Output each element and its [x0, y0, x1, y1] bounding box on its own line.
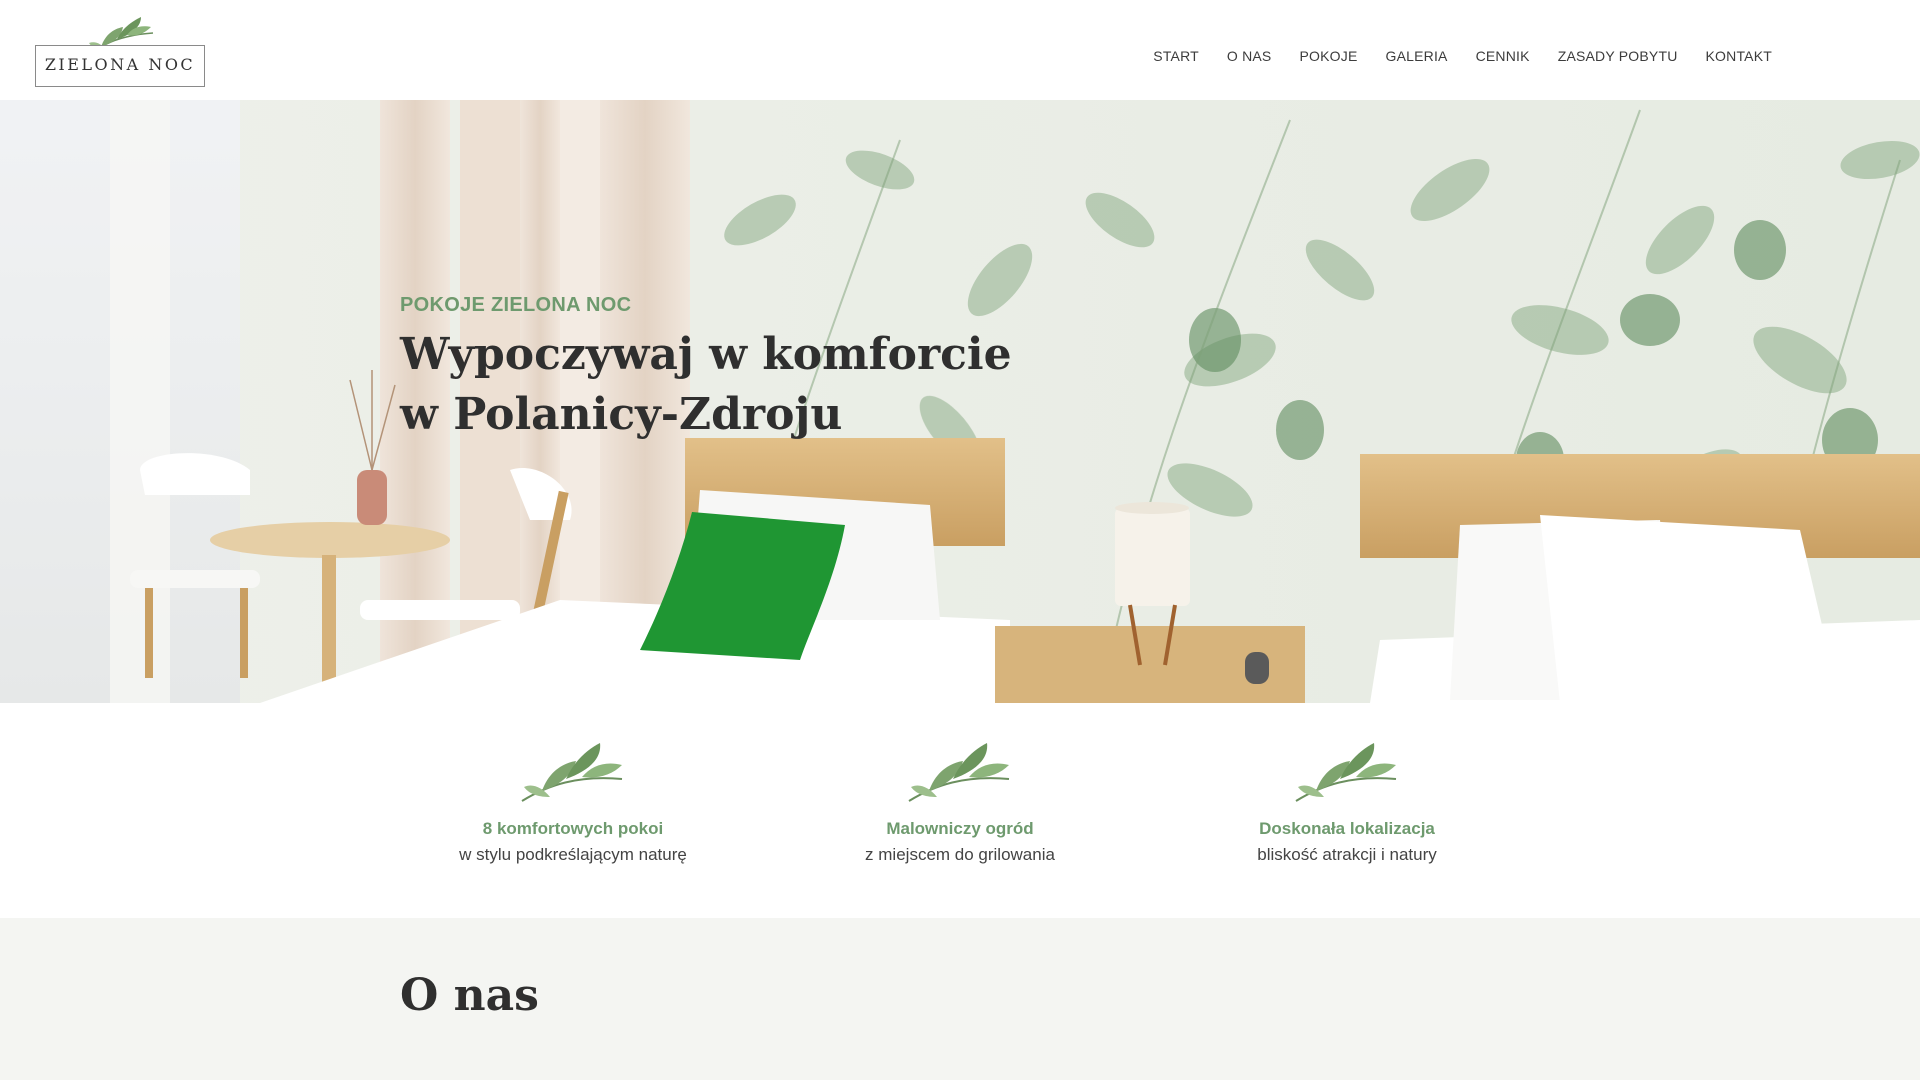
feature-item: 8 komfortowych pokoi w stylu podkreślają…: [423, 739, 723, 865]
nav-item-start[interactable]: START: [1139, 48, 1213, 64]
hero-text: POKOJE ZIELONA NOC Wypoczywaj w komforci…: [400, 294, 1040, 445]
hero-eyebrow: POKOJE ZIELONA NOC: [400, 294, 632, 316]
hero-title-line-1: Wypoczywaj w komforcie: [400, 329, 1012, 380]
leaf-icon: [908, 743, 1010, 802]
feature-item: Doskonała lokalizacja bliskość atrakcji …: [1197, 739, 1497, 865]
leaf-icon: [521, 743, 623, 802]
feature-title: Malowniczy ogród: [886, 819, 1034, 838]
logo-text: ZIELONA NOC: [44, 55, 196, 74]
nav-item-galeria[interactable]: GALERIA: [1371, 48, 1461, 64]
feature-item: Malowniczy ogród z miejscem do grilowani…: [810, 739, 1110, 865]
feature-subtitle: z miejscem do grilowania: [865, 845, 1055, 864]
feature-subtitle: bliskość atrakcji i natury: [1257, 845, 1437, 864]
about-heading: O nas: [400, 970, 539, 1021]
about-section: O nas: [0, 918, 1920, 1080]
nav-item-zasady-pobytu[interactable]: ZASADY POBYTU: [1544, 48, 1692, 64]
nav-item-cennik[interactable]: CENNIK: [1462, 48, 1544, 64]
features-section: 8 komfortowych pokoi w stylu podkreślają…: [0, 703, 1920, 918]
nav-item-kontakt[interactable]: KONTAKT: [1692, 48, 1772, 64]
feature-title: Doskonała lokalizacja: [1259, 819, 1435, 838]
feature-title: 8 komfortowych pokoi: [482, 819, 664, 838]
nav-item-o-nas[interactable]: O NAS: [1213, 48, 1286, 64]
site-header: ZIELONA NOC START O NAS POKOJE GALERIA C…: [0, 0, 1920, 100]
hero-title: Wypoczywaj w komforcie w Polanicy-Zdroju: [400, 325, 1040, 445]
nav-item-pokoje[interactable]: POKOJE: [1285, 48, 1371, 64]
hero-title-line-2: w Polanicy-Zdroju: [400, 389, 843, 440]
feature-subtitle: w stylu podkreślającym naturę: [459, 845, 687, 864]
hero-section: POKOJE ZIELONA NOC Wypoczywaj w komforci…: [0, 100, 1920, 703]
logo-link[interactable]: ZIELONA NOC: [35, 13, 205, 87]
leaf-icon: [1295, 743, 1397, 802]
main-nav: START O NAS POKOJE GALERIA CENNIK ZASADY…: [1139, 48, 1772, 64]
